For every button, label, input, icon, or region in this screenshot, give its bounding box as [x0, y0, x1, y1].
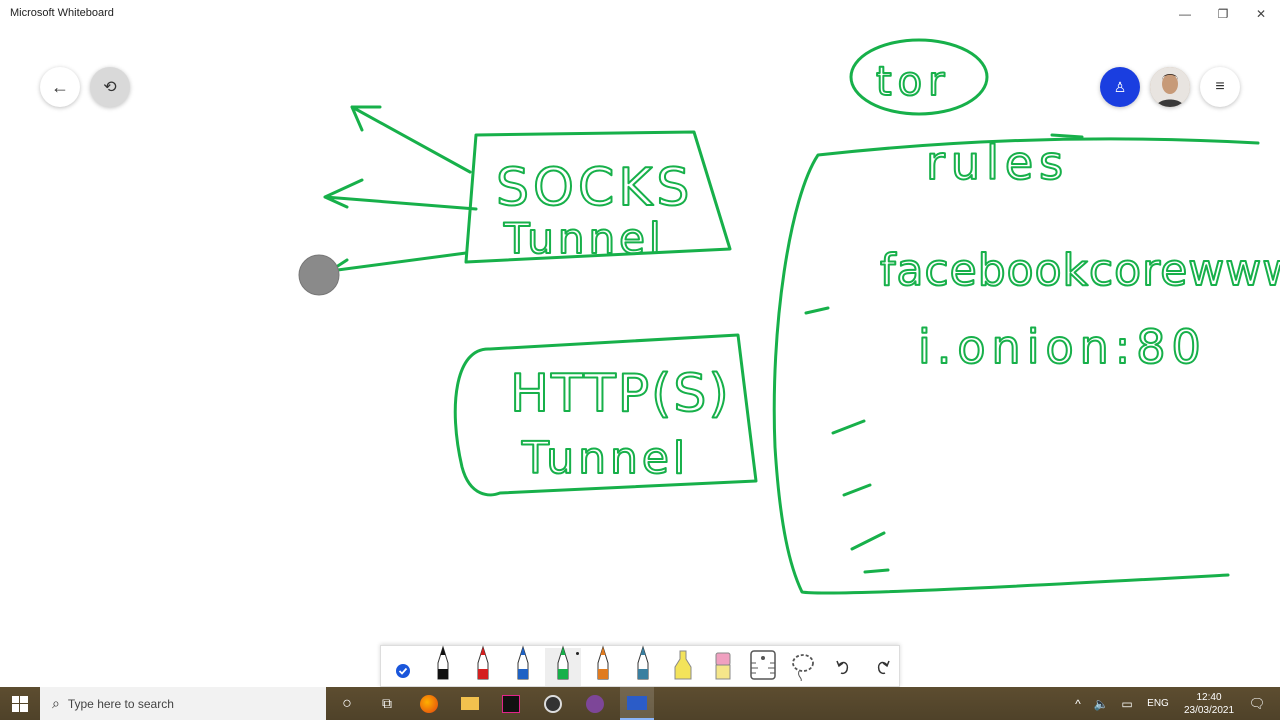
rule-dash-2	[831, 419, 866, 435]
tor-text: tor	[876, 59, 951, 105]
socks-arrow-2	[323, 178, 478, 211]
person-add-icon: ♙	[1113, 78, 1127, 95]
obs-app[interactable]	[538, 687, 568, 720]
pen-red-button[interactable]	[465, 645, 501, 686]
task-view-icon: ⧉	[382, 695, 392, 711]
volume-icon[interactable]: 🔈	[1088, 697, 1114, 711]
menu-button[interactable]: ≡	[1200, 67, 1240, 107]
windows-logo-icon	[12, 695, 28, 712]
task-view-button[interactable]: ⧉	[372, 687, 402, 720]
close-icon: ✕	[1255, 6, 1267, 21]
socks-label-2: Tunnel	[503, 214, 665, 263]
arrow-left-icon: ←	[51, 76, 69, 97]
network-icon[interactable]: ▭	[1114, 697, 1140, 711]
rules-title: rules	[926, 136, 1069, 190]
pen-black-button[interactable]	[425, 645, 461, 686]
pen-rainbow-button[interactable]	[585, 645, 621, 686]
pen-icon	[513, 645, 533, 686]
file-explorer-app[interactable]	[455, 687, 485, 720]
highlighter-icon	[671, 645, 695, 686]
lasso-button[interactable]	[785, 648, 821, 686]
select-tool-button[interactable]	[385, 648, 421, 686]
cortana-button[interactable]: ○	[332, 687, 362, 720]
rule-dash-4	[850, 531, 886, 551]
pen-green-button[interactable]	[545, 645, 581, 686]
redo-icon	[873, 651, 893, 686]
clock[interactable]: 12:40 23/03/2021	[1176, 691, 1242, 717]
rule-dash-3	[842, 483, 872, 497]
avatar[interactable]	[1150, 67, 1190, 107]
http-label-1: HTTP(S)	[510, 364, 731, 424]
firefox-icon	[420, 694, 438, 713]
search-icon: ⌕	[52, 695, 60, 711]
eraser-button[interactable]	[705, 648, 741, 686]
active-indicator-dot	[576, 652, 579, 655]
socks-label-1: SOCKS	[496, 158, 693, 218]
tor-browser-app[interactable]	[580, 687, 610, 720]
socks-arrow-1	[350, 105, 472, 174]
restore-icon: ❐	[1217, 6, 1229, 21]
rule-dash-5	[863, 568, 890, 574]
windows-taskbar: ⌕ Type here to search ○ ⧉ ^ 🔈 ▭ ENG 12:4…	[0, 687, 1280, 720]
intellij-app[interactable]	[496, 687, 526, 720]
folder-icon	[461, 697, 479, 710]
undo-button[interactable]	[825, 648, 861, 686]
back-button[interactable]: ←	[40, 67, 80, 107]
clock-time: 12:40	[1196, 691, 1222, 703]
check-circle-icon	[393, 651, 413, 686]
ink-layer[interactable]: tor SOCKS Tunnel HTTP(S) Tunnel rules fa…	[0, 27, 1280, 687]
redo-button[interactable]	[865, 648, 901, 686]
pen-galaxy-button[interactable]	[625, 645, 661, 686]
firefox-app[interactable]	[414, 687, 444, 720]
pen-blue-button[interactable]	[505, 645, 541, 686]
whiteboard-app[interactable]	[620, 687, 654, 720]
restore-button[interactable]: ❐	[1204, 0, 1242, 27]
pen-icon	[433, 645, 453, 686]
clock-date: 23/03/2021	[1183, 704, 1235, 716]
minimize-icon: —	[1179, 6, 1191, 21]
tor-onion-icon	[586, 694, 604, 713]
search-placeholder: Type here to search	[67, 696, 174, 711]
rule-line-2: i.onion:80	[918, 320, 1207, 374]
taskbar-search-box[interactable]: ⌕ Type here to search	[40, 687, 326, 720]
ruler-button[interactable]	[745, 648, 781, 686]
pen-icon	[593, 645, 613, 686]
ruler-icon	[749, 645, 777, 686]
pen-icon	[473, 645, 493, 686]
system-tray: ^ 🔈 ▭ ENG 12:40 23/03/2021 🗨	[1068, 687, 1272, 720]
chevron-up-icon[interactable]: ^	[1068, 697, 1088, 711]
intellij-icon	[502, 694, 520, 713]
pen-icon	[633, 645, 653, 686]
history-button[interactable]: ⟲	[90, 67, 130, 107]
pen-cursor	[298, 254, 340, 296]
undo-icon	[833, 651, 853, 686]
eraser-icon	[713, 645, 733, 686]
http-label-2: Tunnel	[521, 433, 689, 484]
title-bar: Microsoft Whiteboard — ❐ ✕	[0, 0, 1280, 28]
socks-arrow-3	[328, 251, 468, 273]
language-indicator[interactable]: ENG	[1140, 698, 1176, 709]
invite-button[interactable]: ♙	[1100, 67, 1140, 107]
whiteboard-canvas[interactable]: tor SOCKS Tunnel HTTP(S) Tunnel rules fa…	[0, 27, 1280, 687]
window-title: Microsoft Whiteboard	[10, 7, 114, 19]
minimize-button[interactable]: —	[1166, 0, 1204, 27]
start-button[interactable]	[0, 687, 40, 720]
obs-icon	[544, 694, 562, 713]
rule-line-1: facebookcorewwwi	[880, 245, 1280, 296]
lasso-icon	[789, 645, 817, 686]
avatar-image	[1150, 67, 1190, 107]
hamburger-icon: ≡	[1215, 78, 1225, 95]
whiteboard-icon	[627, 695, 647, 710]
notifications-icon[interactable]: 🗨	[1242, 696, 1272, 712]
ink-toolbar	[380, 645, 900, 687]
highlighter-button[interactable]	[665, 648, 701, 686]
history-icon: ⟲	[103, 79, 117, 96]
close-button[interactable]: ✕	[1242, 0, 1280, 27]
pen-icon	[553, 645, 573, 686]
rule-dash-1	[804, 306, 830, 315]
circle-icon: ○	[342, 694, 352, 712]
